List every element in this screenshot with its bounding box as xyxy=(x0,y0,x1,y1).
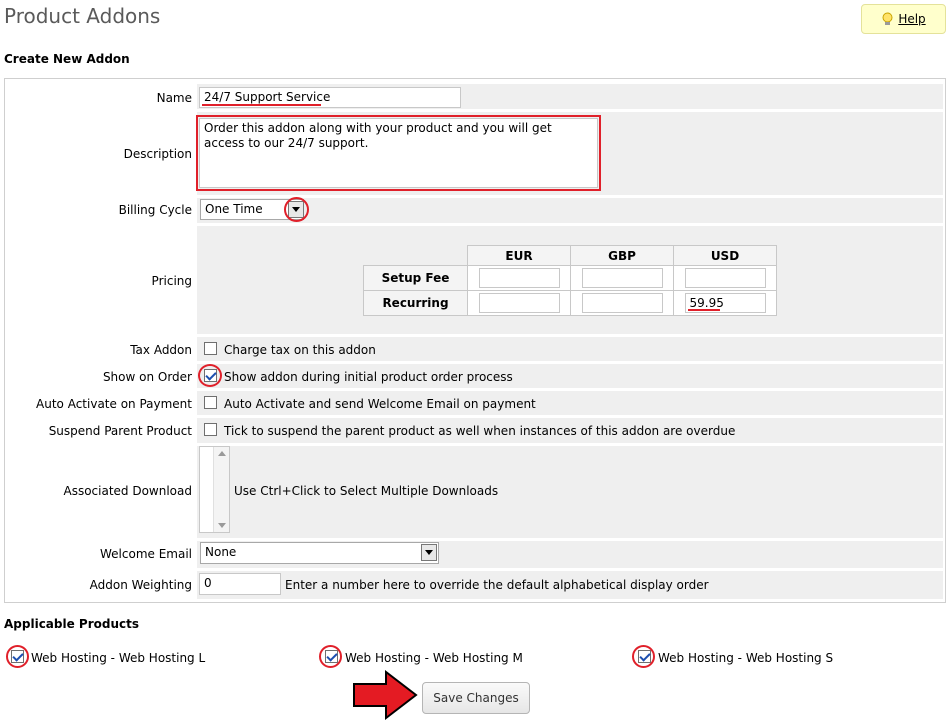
addon-weighting-input[interactable]: 0 xyxy=(199,573,281,595)
chevron-down-icon[interactable] xyxy=(421,544,437,561)
show-on-order-text: Show addon during initial product order … xyxy=(224,370,513,384)
description-textarea[interactable]: Order this addon along with your product… xyxy=(199,118,598,188)
product-s-annotation-circle xyxy=(632,645,655,668)
recurring-eur-input[interactable] xyxy=(478,293,560,313)
setup-fee-label: Setup Fee xyxy=(363,265,468,291)
tax-addon-label: Tax Addon xyxy=(130,343,192,357)
auto-activate-text: Auto Activate and send Welcome Email on … xyxy=(224,397,536,411)
name-annotation-underline xyxy=(202,104,321,106)
help-label: Help xyxy=(898,12,926,26)
save-changes-button[interactable]: Save Changes xyxy=(422,682,530,714)
welcome-email-select[interactable]: None xyxy=(200,542,439,564)
product-label-s: Web Hosting - Web Hosting S xyxy=(658,651,834,665)
product-m-annotation-circle xyxy=(319,645,342,668)
product-label-m: Web Hosting - Web Hosting M xyxy=(345,651,523,665)
welcome-email-label: Welcome Email xyxy=(100,547,192,561)
addon-weighting-label: Addon Weighting xyxy=(89,578,192,592)
lightbulb-icon xyxy=(882,12,893,25)
pricing-table: EUR GBP USD Setup Fee Recurring 59.95 xyxy=(363,245,777,316)
tax-addon-checkbox[interactable] xyxy=(204,342,217,355)
currency-header-gbp: GBP xyxy=(570,245,674,266)
scroll-down-icon[interactable] xyxy=(218,523,226,528)
create-addon-heading: Create New Addon xyxy=(4,52,130,66)
setup-fee-gbp-input[interactable] xyxy=(581,268,663,288)
auto-activate-label: Auto Activate on Payment xyxy=(36,397,192,411)
product-l-annotation-circle xyxy=(6,645,29,668)
recurring-gbp-input[interactable] xyxy=(581,293,663,313)
suspend-parent-label: Suspend Parent Product xyxy=(48,424,192,438)
usd-annotation-underline xyxy=(688,309,720,311)
billing-annotation-circle xyxy=(284,197,309,222)
billing-cycle-label: Billing Cycle xyxy=(118,203,192,217)
billing-cycle-value: One Time xyxy=(205,202,263,216)
associated-download-listbox[interactable] xyxy=(199,446,230,533)
currency-header-eur: EUR xyxy=(467,245,571,266)
suspend-parent-checkbox[interactable] xyxy=(204,423,217,436)
auto-activate-checkbox[interactable] xyxy=(204,396,217,409)
pricing-corner xyxy=(363,245,468,266)
page-title: Product Addons xyxy=(4,4,161,28)
name-label: Name xyxy=(156,91,192,105)
pricing-label: Pricing xyxy=(151,274,192,288)
download-scrollbar[interactable] xyxy=(213,447,229,532)
addon-weighting-hint: Enter a number here to override the defa… xyxy=(285,578,709,592)
setup-fee-eur-input[interactable] xyxy=(478,268,560,288)
setup-fee-usd-input[interactable] xyxy=(684,268,766,288)
associated-download-hint: Use Ctrl+Click to Select Multiple Downlo… xyxy=(234,484,499,498)
help-button[interactable]: Help xyxy=(861,4,946,34)
product-label-l: Web Hosting - Web Hosting L xyxy=(31,651,206,665)
associated-download-label: Associated Download xyxy=(63,484,192,498)
tax-addon-text: Charge tax on this addon xyxy=(224,343,376,357)
applicable-products-heading: Applicable Products xyxy=(4,617,140,631)
recurring-label: Recurring xyxy=(363,290,468,316)
suspend-parent-text: Tick to suspend the parent product as we… xyxy=(224,424,736,438)
show-on-order-label: Show on Order xyxy=(102,370,192,384)
red-arrow-icon xyxy=(353,670,418,720)
description-label: Description xyxy=(123,147,192,161)
welcome-email-value: None xyxy=(205,545,237,559)
scroll-up-icon[interactable] xyxy=(218,451,226,456)
currency-header-usd: USD xyxy=(673,245,777,266)
show-annotation-circle xyxy=(198,364,222,387)
